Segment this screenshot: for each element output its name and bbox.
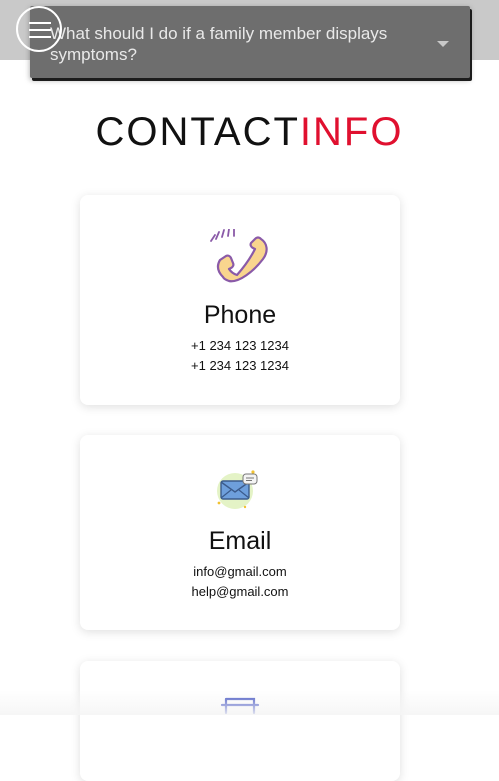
card-title: Email <box>208 527 272 555</box>
phone-number: +1 234 123 1234 <box>191 338 289 353</box>
hamburger-line <box>29 36 51 38</box>
hamburger-line <box>29 29 51 31</box>
email-icon <box>215 467 265 518</box>
email-card: Email info@gmail.com help@gmail.com <box>80 435 400 630</box>
faq-question-select[interactable]: What should I do if a family member disp… <box>30 6 470 78</box>
title-contact: CONTACT <box>95 110 300 154</box>
email-address: help@gmail.com <box>191 584 289 599</box>
hamburger-menu-button[interactable] <box>16 6 62 52</box>
title-info: INFO <box>299 110 404 154</box>
phone-icon <box>209 228 271 290</box>
faq-selected-question: What should I do if a family member disp… <box>50 24 388 64</box>
bottom-fade <box>0 690 499 715</box>
phone-card: Phone +1 234 123 1234 +1 234 123 1234 <box>80 195 400 405</box>
chevron-down-icon <box>437 41 449 47</box>
card-title: Phone <box>203 301 277 329</box>
email-address: info@gmail.com <box>193 564 287 579</box>
contact-info-title: CONTACTINFO <box>0 110 499 154</box>
address-card <box>80 661 400 781</box>
hamburger-line <box>29 22 51 24</box>
phone-number: +1 234 123 1234 <box>191 358 289 373</box>
